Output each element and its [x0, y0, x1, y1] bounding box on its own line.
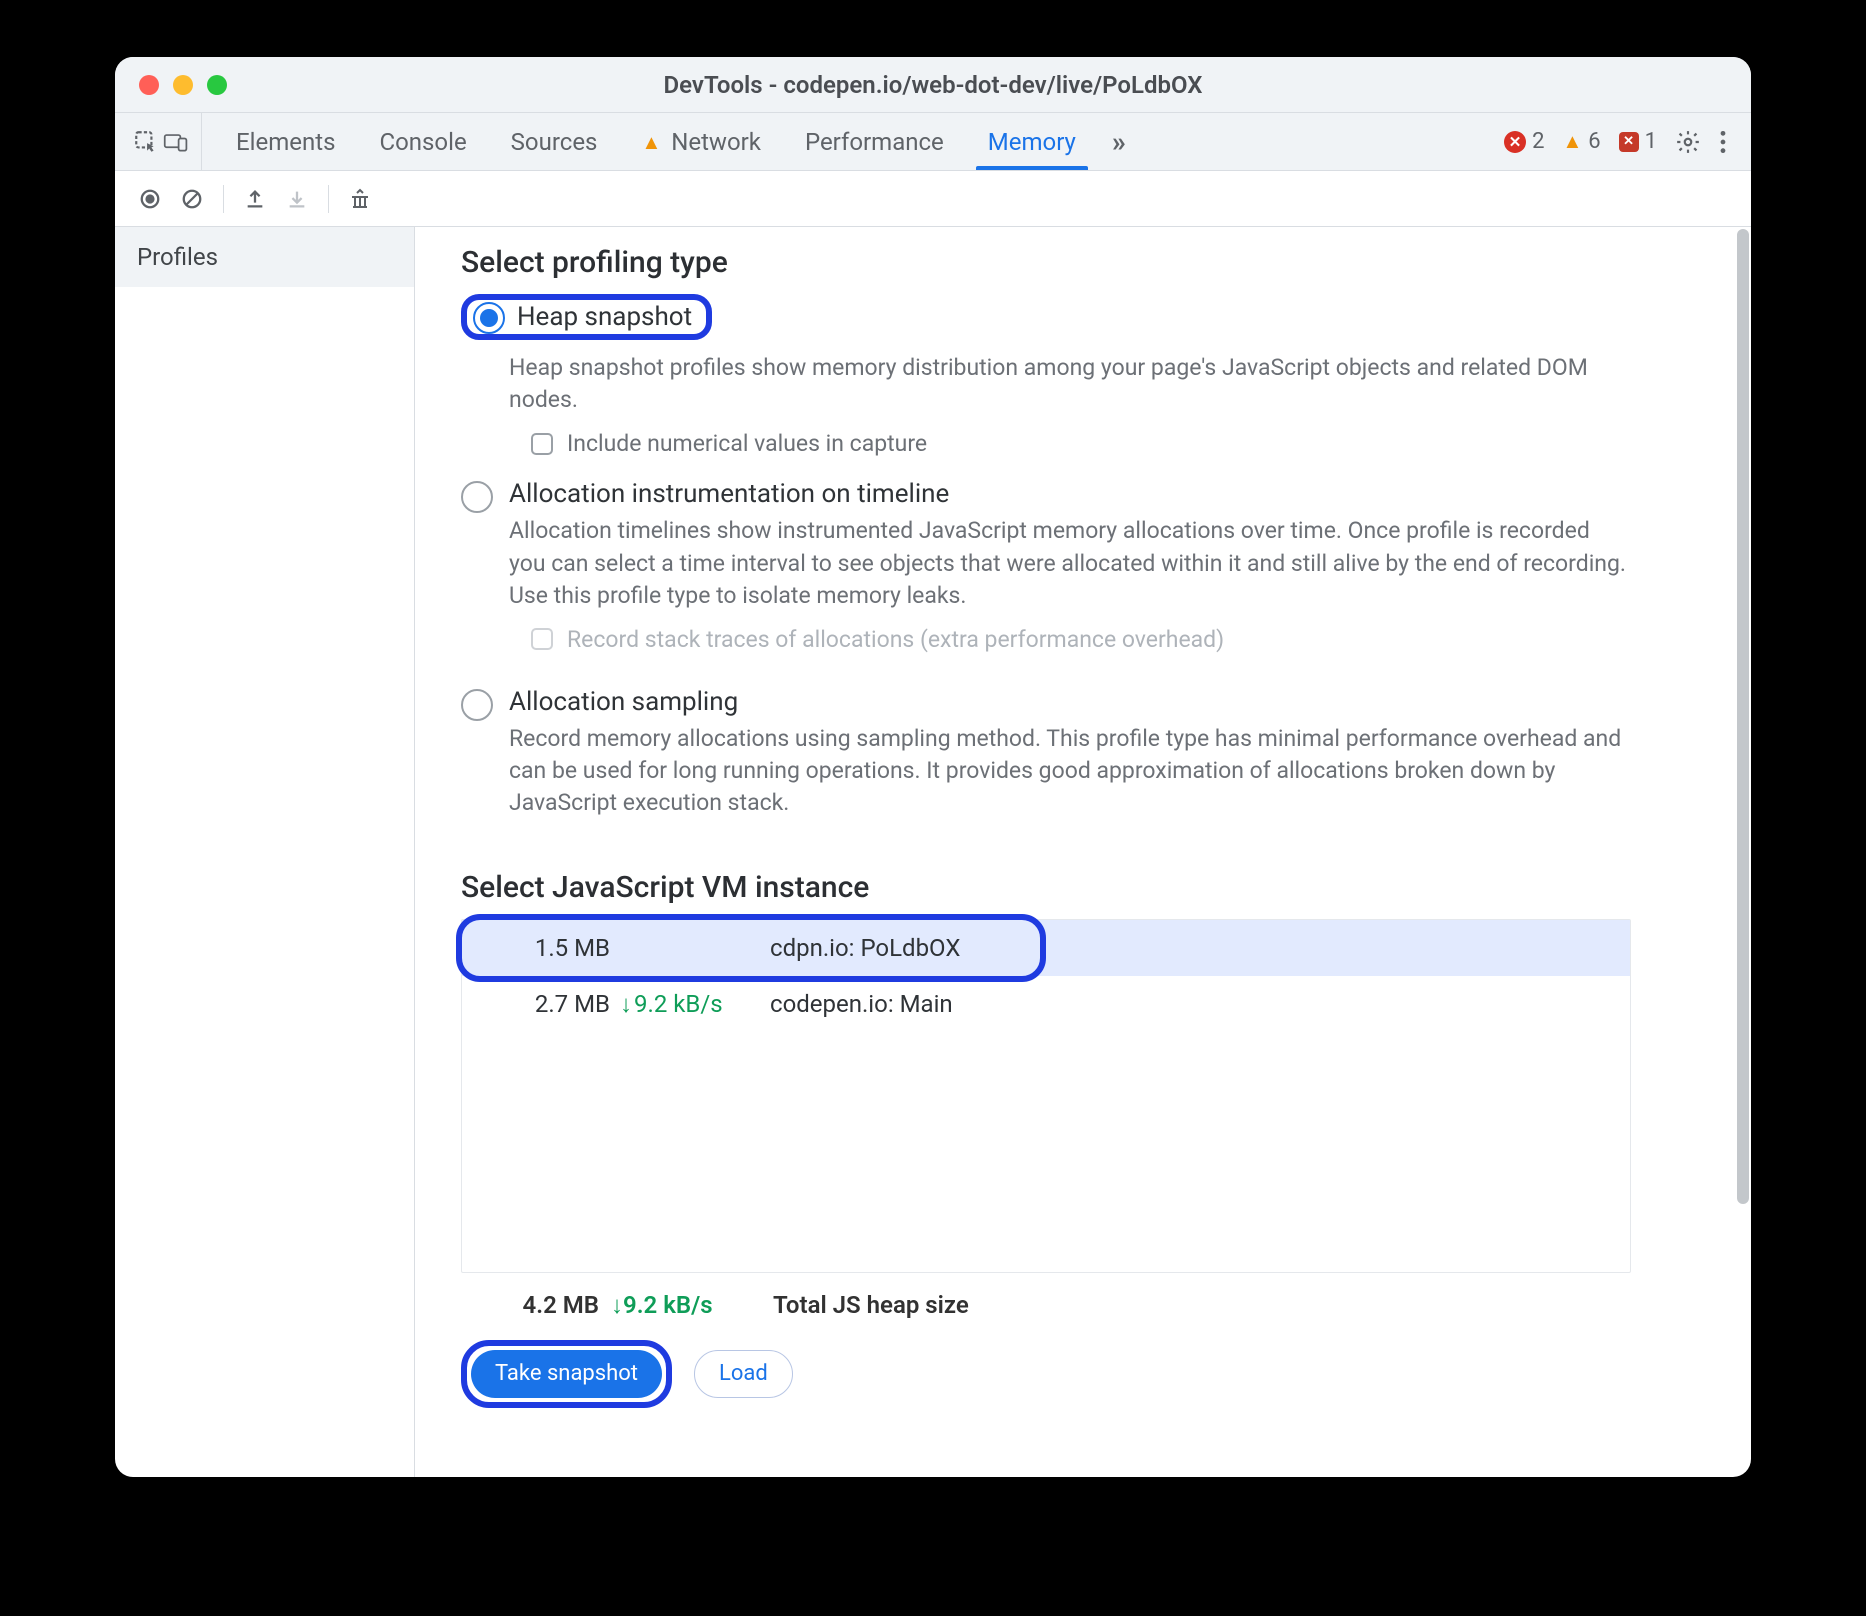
sidebar-item-profiles[interactable]: Profiles — [115, 227, 414, 287]
radio-allocation-timeline[interactable] — [461, 481, 493, 513]
upload-button[interactable] — [238, 182, 272, 216]
tab-elements[interactable]: Elements — [214, 113, 357, 170]
profiling-option-timeline[interactable]: Allocation instrumentation on timeline A… — [461, 479, 1723, 675]
heap-subcheck[interactable]: Include numerical values in capture — [531, 430, 1723, 457]
tab-network[interactable]: ▲Network — [619, 113, 783, 170]
vm-instance-row[interactable]: 1.5 MB cdpn.io: PoLdbOX — [462, 920, 1630, 976]
vm-instance-table: 1.5 MB cdpn.io: PoLdbOX 2.7 MB ↓9.2 kB/s… — [461, 919, 1631, 1273]
load-button[interactable]: Load — [694, 1350, 793, 1398]
down-arrow-icon: ↓ — [620, 990, 632, 1019]
total-size: 4.2 MB — [479, 1291, 599, 1319]
window-titlebar: DevTools - codepen.io/web-dot-dev/live/P… — [115, 57, 1751, 113]
checkbox-label: Include numerical values in capture — [567, 430, 927, 457]
tab-sources[interactable]: Sources — [489, 113, 620, 170]
tab-performance[interactable]: Performance — [783, 113, 966, 170]
scrollbar[interactable] — [1737, 229, 1749, 1204]
vm-row-size: 2.7 MB — [480, 990, 620, 1018]
vm-totals: 4.2 MB ↓9.2 kB/s Total JS heap size — [479, 1291, 1723, 1320]
record-button[interactable] — [133, 182, 167, 216]
maximize-window-button[interactable] — [207, 75, 227, 95]
highlight-heap-snapshot: Heap snapshot — [461, 294, 712, 340]
timeline-subcheck[interactable]: Record stack traces of allocations (extr… — [531, 626, 1723, 653]
toolbar-separator — [223, 185, 224, 213]
settings-button[interactable] — [1675, 129, 1701, 155]
window-title: DevTools - codepen.io/web-dot-dev/live/P… — [664, 71, 1203, 99]
profiling-option-desc: Record memory allocations using sampling… — [509, 723, 1629, 820]
close-window-button[interactable] — [139, 75, 159, 95]
tabstrip-right: ✕2 ▲6 ✕1 — [1504, 129, 1743, 155]
devtools-tabstrip: Elements Console Sources ▲Network Perfor… — [115, 113, 1751, 171]
total-rate: ↓9.2 kB/s — [611, 1291, 761, 1320]
take-snapshot-button[interactable]: Take snapshot — [471, 1350, 662, 1398]
device-toolbar-icon[interactable] — [163, 129, 189, 155]
error-icon: ✕ — [1504, 131, 1526, 153]
toolbar-separator — [328, 185, 329, 213]
clear-button[interactable] — [175, 182, 209, 216]
profiling-option-title: Heap snapshot — [517, 302, 692, 332]
panel-body: Profiles Select profiling type Heap snap… — [115, 227, 1751, 1477]
minimize-window-button[interactable] — [173, 75, 193, 95]
profiles-sidebar: Profiles — [115, 227, 415, 1477]
window-controls — [139, 75, 227, 95]
total-label: Total JS heap size — [773, 1291, 969, 1319]
checkbox-icon[interactable] — [531, 433, 553, 455]
warning-count[interactable]: ▲6 — [1562, 129, 1600, 154]
checkbox-label: Record stack traces of allocations (extr… — [567, 626, 1224, 653]
checkbox-icon[interactable] — [531, 628, 553, 650]
tab-memory[interactable]: Memory — [966, 113, 1098, 170]
tab-console[interactable]: Console — [357, 113, 488, 170]
radio-allocation-sampling[interactable] — [461, 689, 493, 721]
download-button[interactable] — [280, 182, 314, 216]
issue-icon: ✕ — [1619, 132, 1639, 152]
profiling-option-sampling[interactable]: Allocation sampling Record memory alloca… — [461, 687, 1723, 834]
memory-toolbar — [115, 171, 1751, 227]
profiling-option-title: Allocation instrumentation on timeline — [509, 479, 1723, 509]
more-menu-button[interactable] — [1719, 129, 1727, 155]
tabs-overflow-button[interactable]: » — [1098, 125, 1140, 158]
inspect-tools — [115, 113, 202, 170]
garbage-collect-button[interactable] — [343, 182, 377, 216]
error-count[interactable]: ✕2 — [1504, 129, 1544, 154]
memory-main: Select profiling type Heap snapshot Heap… — [415, 227, 1751, 1477]
devtools-window: DevTools - codepen.io/web-dot-dev/live/P… — [115, 57, 1751, 1477]
vm-table-empty — [462, 1032, 1630, 1272]
radio-heap-snapshot[interactable] — [473, 302, 505, 334]
vm-row-label: codepen.io: Main — [770, 990, 953, 1018]
down-arrow-icon: ↓ — [611, 1291, 623, 1320]
highlight-vm-selected — [456, 914, 1046, 982]
issues-count[interactable]: ✕1 — [1619, 129, 1657, 154]
profiling-option-heap[interactable]: Heap snapshot — [461, 294, 1723, 340]
profiling-type-heading: Select profiling type — [461, 245, 1723, 280]
profiling-option-desc: Allocation timelines show instrumented J… — [509, 515, 1629, 612]
warning-icon: ▲ — [1562, 129, 1582, 154]
profiling-option-title: Allocation sampling — [509, 687, 1723, 717]
memory-actions: Take snapshot Load — [461, 1340, 1723, 1408]
panel-tabs: Elements Console Sources ▲Network Perfor… — [214, 113, 1098, 170]
vm-instance-heading: Select JavaScript VM instance — [461, 870, 1723, 905]
inspect-element-icon[interactable] — [133, 129, 159, 155]
vm-instance-row[interactable]: 2.7 MB ↓9.2 kB/s codepen.io: Main — [462, 976, 1630, 1032]
warning-icon: ▲ — [641, 132, 661, 152]
vm-row-rate: ↓9.2 kB/s — [620, 990, 770, 1019]
profiling-option-desc: Heap snapshot profiles show memory distr… — [509, 352, 1629, 416]
highlight-take-snapshot: Take snapshot — [461, 1340, 672, 1408]
